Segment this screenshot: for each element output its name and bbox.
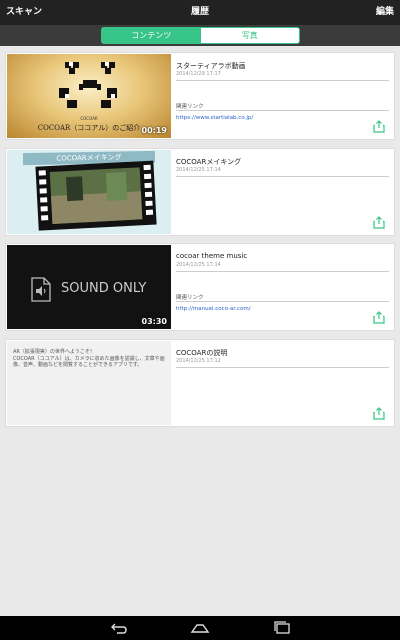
divider — [176, 301, 389, 302]
system-navigation-bar — [0, 616, 400, 640]
text-thumbnail[interactable]: AR（拡張現実）の世界へようこそ！ COCOAR（ココアル）は、カメラに収めた画… — [7, 341, 171, 425]
card-date: 2014/12/25 17:14 — [176, 262, 221, 268]
video-thumbnail[interactable]: COCOAR COCOAR（ココアル）のご紹介 00:19 — [7, 54, 171, 138]
card-title: COCOARメイキング — [176, 158, 242, 166]
edit-button[interactable]: 編集 — [376, 0, 394, 25]
share-icon[interactable] — [373, 216, 385, 229]
duration-label: 00:19 — [141, 126, 167, 135]
related-link[interactable]: http://manual.coco-ar.com/ — [176, 306, 251, 312]
history-card[interactable]: SOUND ONLY 03:30 cocoar theme music 2014… — [5, 243, 395, 331]
home-icon[interactable] — [190, 620, 210, 636]
segmented-control: コンテンツ 写真 — [101, 27, 300, 44]
card-date: 2014/12/25 17:14 — [176, 167, 221, 173]
divider — [176, 367, 389, 368]
page-title: 履歴 — [190, 7, 209, 17]
card-title: COCOARの説明 — [176, 349, 228, 357]
film-strip-icon — [35, 160, 157, 231]
tab-contents[interactable]: コンテンツ — [102, 28, 201, 43]
card-title: cocoar theme music — [176, 252, 248, 260]
history-card[interactable]: COCOAR COCOAR（ココアル）のご紹介 00:19 スターティアラボ動画… — [5, 52, 395, 140]
tab-bar: コンテンツ 写真 — [0, 25, 400, 46]
video-thumbnail[interactable]: COCOARメイキング — [7, 150, 171, 234]
back-icon[interactable] — [108, 620, 128, 636]
card-date: 2014/12/29 17:17 — [176, 71, 221, 77]
recent-apps-icon[interactable] — [272, 620, 292, 636]
action-bar: スキャン 履歴 編集 — [0, 0, 400, 25]
thumb-small-text: COCOAR — [80, 116, 98, 121]
audio-file-icon — [31, 277, 51, 302]
card-title: スターティアラボ動画 — [176, 62, 246, 70]
divider — [176, 110, 389, 111]
share-icon[interactable] — [373, 311, 385, 324]
duration-label: 03:30 — [141, 317, 167, 326]
tab-photos[interactable]: 写真 — [201, 28, 300, 43]
share-icon[interactable] — [373, 120, 385, 133]
related-link-label: 関連リンク — [176, 104, 204, 110]
card-date: 2014/12/25 17:12 — [176, 358, 221, 364]
divider — [176, 176, 389, 177]
divider — [176, 80, 389, 81]
related-link-label: 関連リンク — [176, 295, 204, 301]
share-icon[interactable] — [373, 407, 385, 420]
divider — [176, 271, 389, 272]
history-card[interactable]: COCOARメイキング COCOARメイキング 2014/12/25 17:14 — [5, 148, 395, 236]
history-card[interactable]: AR（拡張現実）の世界へようこそ！ COCOAR（ココアル）は、カメラに収めた画… — [5, 339, 395, 427]
related-link[interactable]: https://www.startialab.co.jp/ — [176, 115, 253, 121]
thumb-description: AR（拡張現実）の世界へようこそ！ COCOAR（ココアル）は、カメラに収めた画… — [13, 349, 165, 368]
sound-only-label: SOUND ONLY — [61, 281, 147, 296]
video-thumbnail[interactable]: SOUND ONLY 03:30 — [7, 245, 171, 329]
scan-button[interactable]: スキャン — [6, 0, 42, 25]
